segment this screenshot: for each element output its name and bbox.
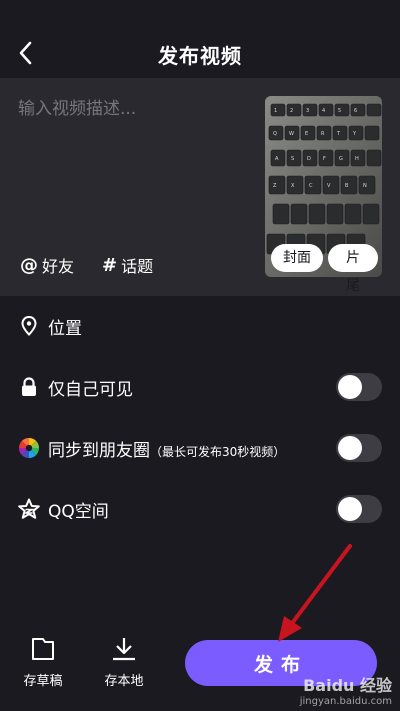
toggle-knob <box>338 497 362 521</box>
svg-text:A: A <box>275 156 279 162</box>
qzone-label: QQ空间 <box>48 501 109 522</box>
svg-text:W: W <box>289 131 294 137</box>
ending-button[interactable]: 片尾 <box>328 244 378 294</box>
svg-text:F: F <box>323 156 326 162</box>
save-draft-button[interactable]: 存草稿 <box>15 636 71 689</box>
at-icon: @ <box>20 254 38 276</box>
annotation-arrow <box>278 544 352 642</box>
svg-text:C: C <box>309 183 313 189</box>
svg-text:R: R <box>321 131 325 137</box>
sync-moments-toggle[interactable] <box>336 434 382 462</box>
svg-text:X: X <box>291 183 295 189</box>
save-draft-label: 存草稿 <box>23 674 63 689</box>
draft-folder-icon <box>32 638 54 660</box>
qzone-row: QQ空间 <box>0 489 400 529</box>
location-label: 位置 <box>48 318 82 339</box>
top-bar: 发布视频 <box>0 0 400 78</box>
sync-moments-text: 同步到朋友圈 <box>48 440 150 461</box>
svg-text:E: E <box>305 131 308 137</box>
svg-text:V: V <box>327 183 331 189</box>
description-input[interactable] <box>18 96 248 122</box>
watermark-brand: Baidu 经验 <box>303 676 392 695</box>
publish-video-screen: 发布视频 @ 好友 # 话题 <box>0 0 400 711</box>
qzone-star-icon <box>18 498 40 520</box>
save-local-label: 存本地 <box>104 674 144 689</box>
svg-text:Q: Q <box>273 131 277 137</box>
sync-moments-note: （最长可发布30秒视频） <box>150 444 286 459</box>
mention-friend-button[interactable]: @ 好友 <box>20 253 74 277</box>
sync-moments-row: 同步到朋友圈（最长可发布30秒视频） <box>0 428 400 468</box>
svg-text:2: 2 <box>290 108 293 114</box>
add-topic-button[interactable]: # 话题 <box>102 253 153 277</box>
toggle-knob <box>338 436 362 460</box>
mention-friend-label: 好友 <box>42 257 75 276</box>
toggle-knob <box>338 375 362 399</box>
svg-text:5: 5 <box>338 108 341 114</box>
svg-text:D: D <box>307 156 311 162</box>
svg-text:S: S <box>291 156 294 162</box>
location-row[interactable]: 位置 <box>0 306 400 346</box>
svg-text:N: N <box>363 183 367 189</box>
page-title: 发布视频 <box>158 44 242 68</box>
sync-moments-label: 同步到朋友圈（最长可发布30秒视频） <box>48 436 285 461</box>
svg-text:3: 3 <box>306 108 309 114</box>
moments-aperture-icon <box>18 437 40 459</box>
qzone-toggle[interactable] <box>336 495 382 523</box>
save-local-button[interactable]: 存本地 <box>96 636 152 689</box>
private-label: 仅自己可见 <box>48 379 133 400</box>
lock-icon <box>18 376 40 398</box>
svg-text:6: 6 <box>354 108 357 114</box>
cover-button[interactable]: 封面 <box>271 244 323 272</box>
location-pin-icon <box>18 315 40 337</box>
svg-text:4: 4 <box>322 108 325 114</box>
svg-text:Z: Z <box>273 183 277 189</box>
hashtag-icon: # <box>102 254 118 276</box>
watermark-url: jingyan.baidu.com <box>299 696 392 707</box>
baidu-jingyan-watermark: Baidu 经验 jingyan.baidu.com <box>300 672 392 707</box>
private-toggle[interactable] <box>336 373 382 401</box>
add-topic-label: 话题 <box>121 257 154 276</box>
private-row: 仅自己可见 <box>0 367 400 407</box>
compose-panel: @ 好友 # 话题 <box>0 78 400 296</box>
svg-text:H: H <box>355 156 359 162</box>
download-icon <box>113 638 135 661</box>
svg-text:G: G <box>339 156 343 162</box>
svg-text:1: 1 <box>274 108 277 114</box>
svg-text:B: B <box>345 183 349 189</box>
